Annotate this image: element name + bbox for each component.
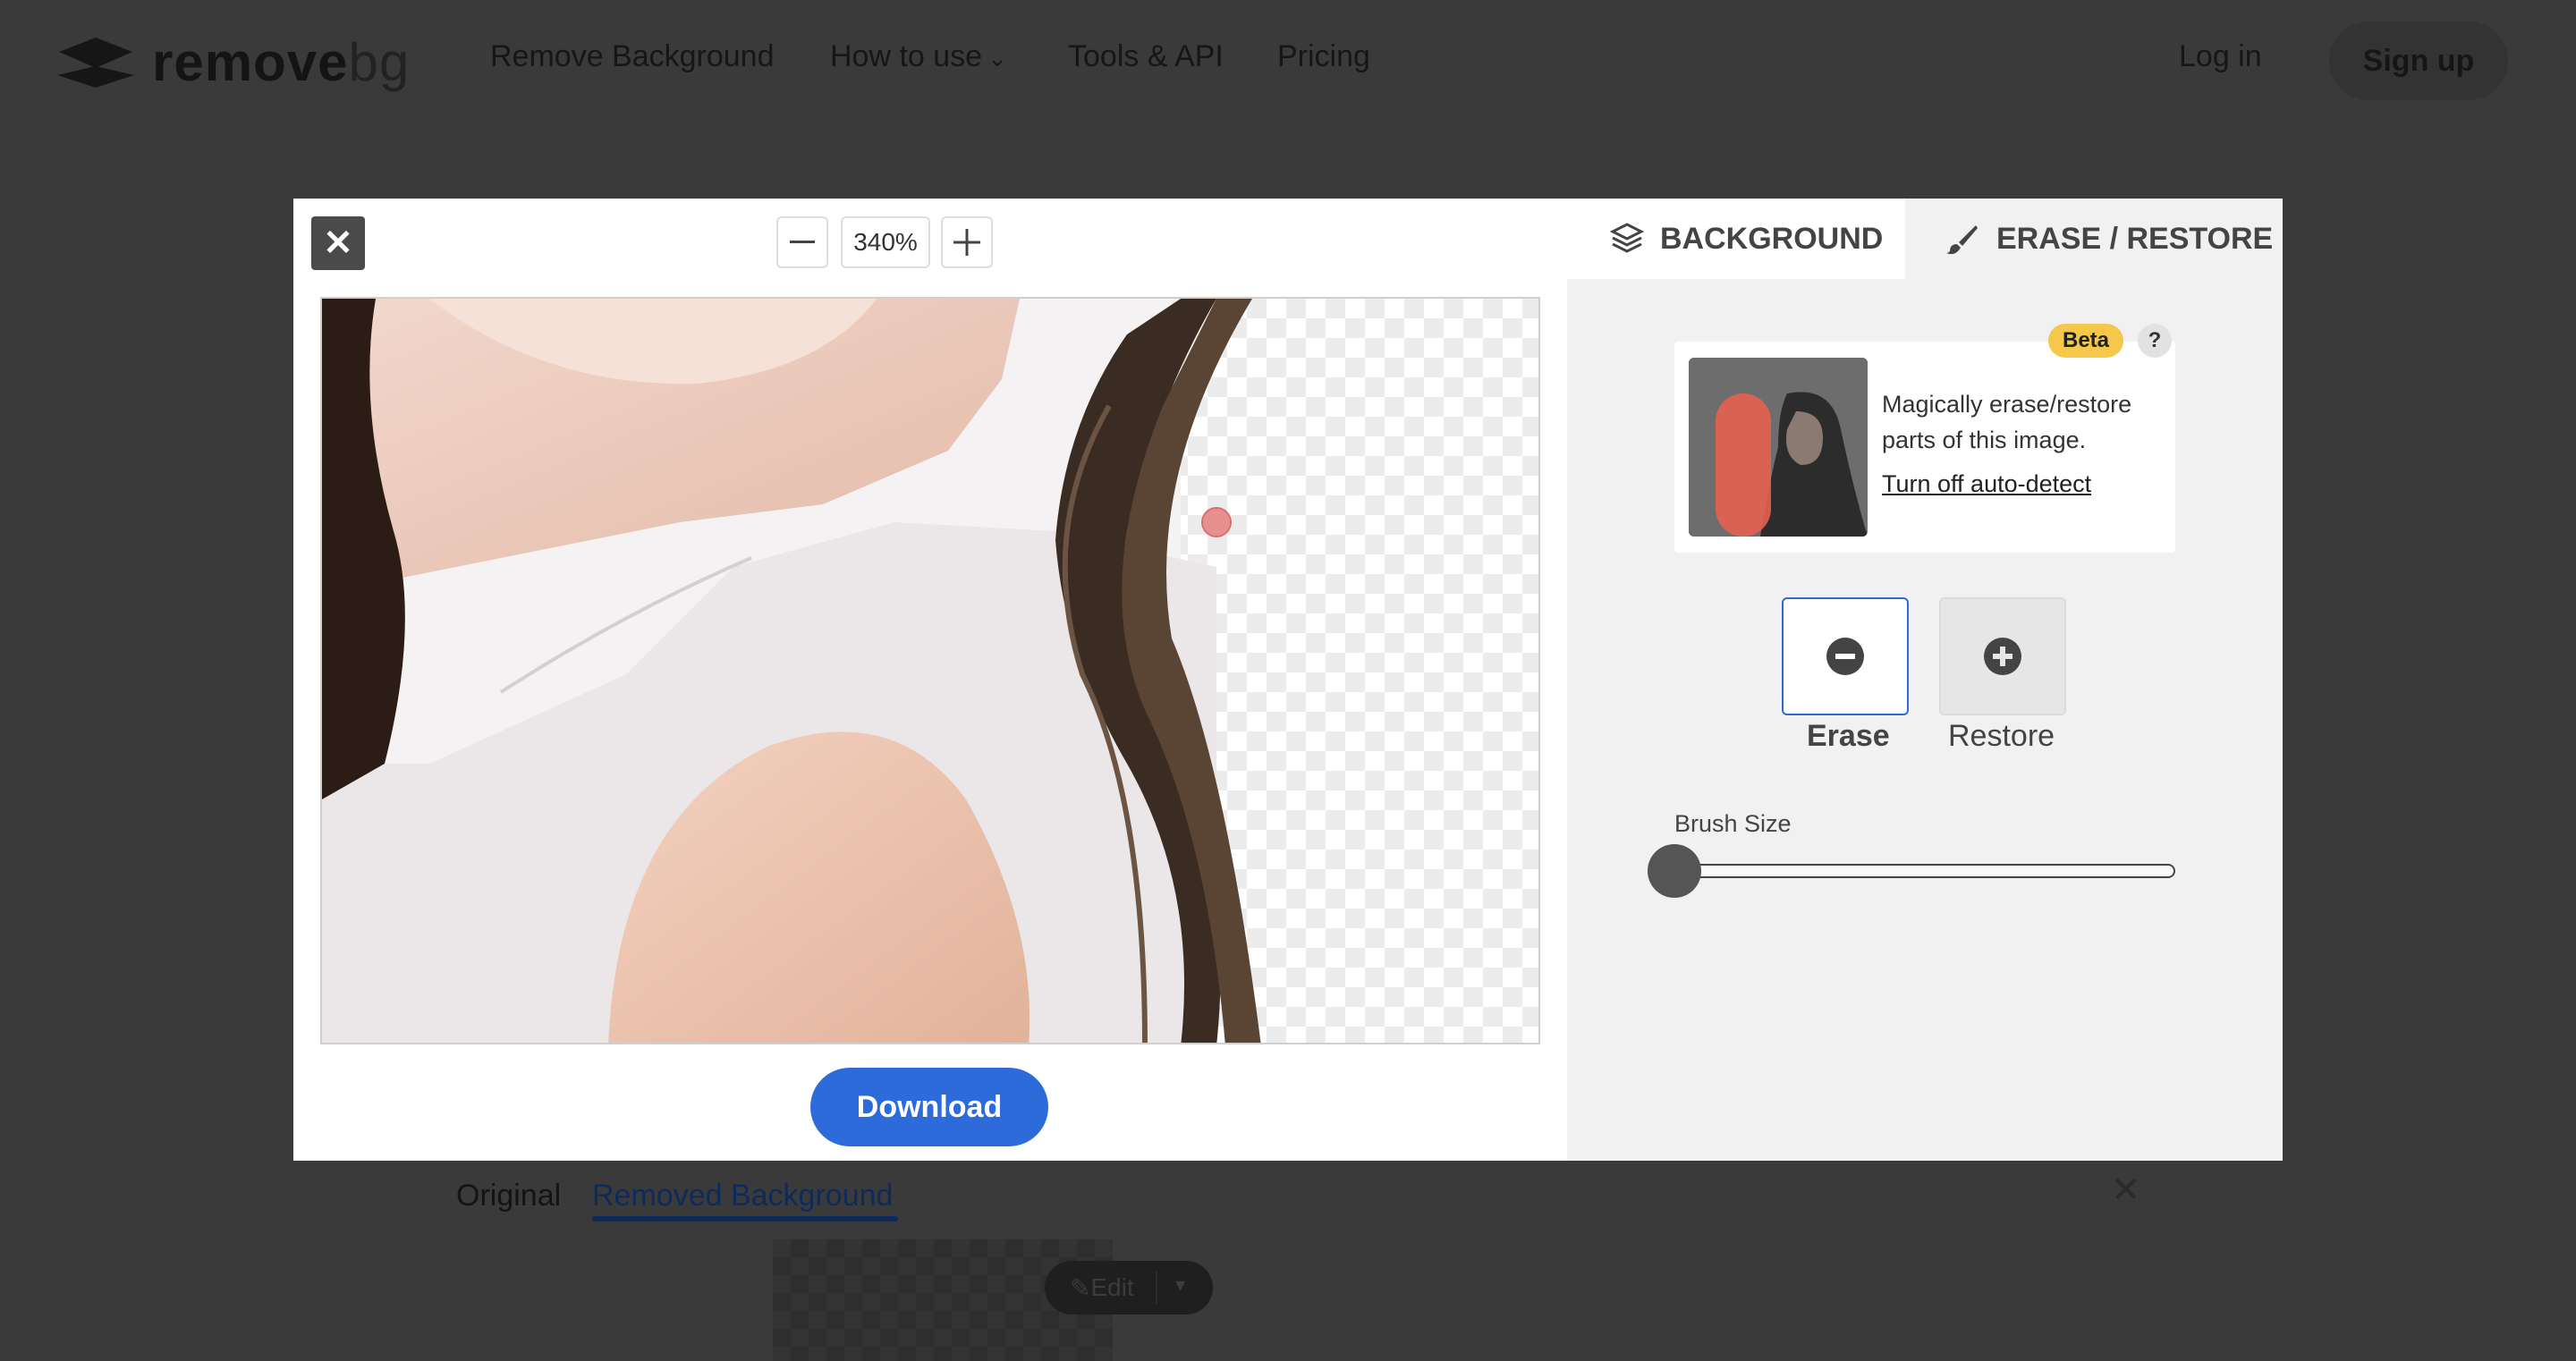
top-nav: removebg Remove Background How to use ⌄ T… — [0, 0, 2576, 125]
example-thumbnail — [1689, 358, 1868, 537]
login-link[interactable]: Log in — [2179, 39, 2262, 74]
close-icon: ✕ — [323, 224, 353, 263]
nav-how-to-use[interactable]: How to use ⌄ — [830, 39, 1007, 74]
portrait-photo — [322, 299, 1261, 1043]
restore-mode-button[interactable] — [1939, 597, 2066, 715]
nav-pricing[interactable]: Pricing — [1277, 39, 1370, 74]
zoom-in-button[interactable] — [941, 216, 993, 268]
brush-size-slider[interactable] — [1674, 864, 2175, 878]
active-tab-underline — [592, 1216, 898, 1222]
restore-label: Restore — [1948, 719, 2055, 753]
divider — [1156, 1272, 1157, 1304]
signup-button[interactable]: Sign up — [2329, 21, 2508, 100]
beta-badge: Beta — [2048, 324, 2123, 358]
edit-label: Edit — [1090, 1273, 1134, 1301]
brush-icon — [1946, 223, 1979, 255]
auto-detect-description: Magically erase/restore parts of this im… — [1882, 391, 2132, 453]
image-canvas[interactable] — [320, 297, 1540, 1044]
tab-background-label: BACKGROUND — [1660, 221, 1884, 256]
turn-off-auto-detect-link[interactable]: Turn off auto-detect — [1882, 470, 2091, 498]
layers-icon — [1610, 222, 1644, 256]
minus-circle-icon — [1826, 638, 1864, 675]
tab-erase-restore[interactable]: ERASE / RESTORE — [1905, 199, 2283, 279]
edit-button[interactable]: ✎ Edit ▾ — [1045, 1261, 1213, 1315]
zoom-out-button[interactable] — [776, 216, 828, 268]
erase-label: Erase — [1807, 719, 1890, 753]
logo[interactable]: removebg — [55, 30, 410, 93]
nav-tools-api[interactable]: Tools & API — [1068, 39, 1224, 74]
help-button[interactable]: ? — [2138, 324, 2172, 358]
logo-layers-icon — [55, 30, 136, 93]
modal-close-button[interactable]: ✕ — [311, 216, 365, 270]
download-button[interactable]: Download — [810, 1068, 1048, 1146]
erase-mode-button[interactable] — [1782, 597, 1909, 715]
zoom-level: 340% — [841, 216, 930, 268]
brush-size-label: Brush Size — [1674, 810, 1792, 837]
tab-removed-background[interactable]: Removed Background — [592, 1179, 893, 1213]
logo-text: removebg — [152, 31, 411, 92]
minus-icon — [790, 241, 815, 243]
tab-erase-restore-label: ERASE / RESTORE — [1996, 221, 2274, 256]
pencil-icon: ✎ — [1070, 1273, 1091, 1302]
nav-remove-background[interactable]: Remove Background — [490, 39, 775, 74]
tab-background[interactable]: BACKGROUND — [1567, 199, 1905, 279]
brush-size-handle[interactable] — [1648, 844, 1701, 898]
caret-down-icon[interactable]: ▾ — [1175, 1273, 1185, 1297]
chevron-down-icon: ⌄ — [987, 45, 1007, 72]
plus-icon — [953, 229, 980, 256]
close-icon[interactable]: ✕ — [2111, 1170, 2141, 1211]
plus-circle-icon — [1984, 638, 2021, 675]
tab-original[interactable]: Original — [456, 1179, 561, 1213]
